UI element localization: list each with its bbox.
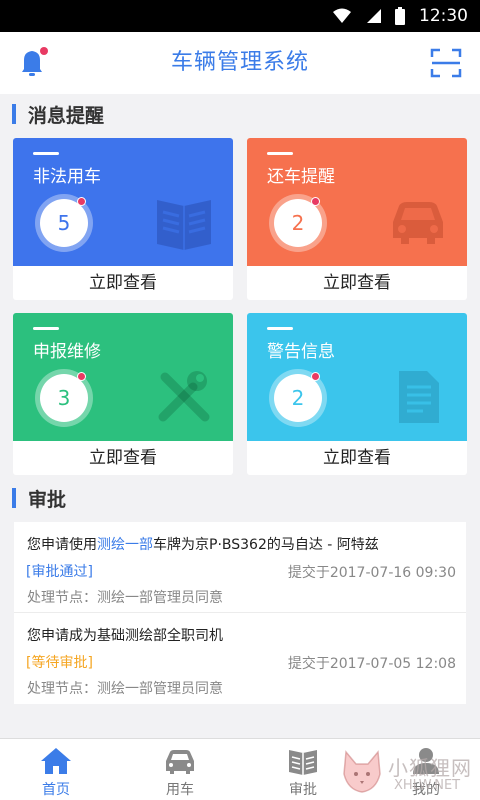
department-link[interactable]: 测绘一部 — [97, 537, 153, 553]
tools-icon — [158, 371, 210, 422]
section-marker — [12, 104, 16, 124]
card-label: 警告信息 — [267, 342, 335, 362]
view-now-button[interactable]: 立即查看 — [13, 441, 233, 475]
desc-text: 您申请成为基础测绘部全职司机 — [27, 628, 223, 644]
card-top: 警告信息 2 — [247, 313, 467, 441]
approval-description: 您申请成为基础测绘部全职司机 — [27, 625, 223, 645]
count-value: 2 — [274, 374, 322, 422]
process-node: 处理节点：测绘一部管理员同意 — [27, 590, 223, 606]
tab-label: 审批 — [289, 782, 317, 798]
card-top: 还车提醒 2 — [247, 138, 467, 266]
watermark: 小狐狸网 XHLW.NET — [340, 748, 480, 798]
clock: 12:30 — [419, 6, 468, 26]
card-label: 还车提醒 — [267, 167, 335, 187]
list-item[interactable]: 您申请成为基础测绘部全职司机 [等待审批] 提交于2017-07-05 12:0… — [14, 613, 466, 704]
car-icon — [166, 750, 194, 774]
scan-icon[interactable] — [430, 47, 462, 79]
unread-dot — [311, 197, 320, 206]
card-dash — [33, 152, 59, 155]
signal-icon — [367, 9, 381, 23]
card-repair-report[interactable]: 申报维修 3 立即查看 — [13, 313, 233, 475]
messages-section-header: 消息提醒 — [0, 96, 480, 132]
battery-icon — [395, 7, 405, 25]
approval-list: 您申请使用测绘一部车牌为京P·BS362的马自达 - 阿特兹 [审批通过] 提交… — [14, 522, 466, 704]
tab-use-car[interactable]: 用车 — [130, 739, 230, 800]
card-warning-info[interactable]: 警告信息 2 立即查看 — [247, 313, 467, 475]
status-badge: [等待审批] — [26, 655, 93, 671]
home-icon — [41, 748, 71, 774]
wifi-icon — [333, 8, 351, 23]
tab-approval[interactable]: 审批 — [253, 739, 353, 800]
approval-section-title: 审批 — [28, 488, 67, 511]
approval-section-header: 审批 — [0, 480, 480, 516]
count-value: 3 — [40, 374, 88, 422]
fox-logo-icon — [343, 750, 381, 793]
tab-label: 首页 — [42, 782, 70, 798]
card-label: 申报维修 — [33, 342, 101, 362]
status-bar: 12:30 — [0, 0, 480, 32]
view-now-button[interactable]: 立即查看 — [13, 266, 233, 300]
watermark-url: XHLW.NET — [394, 778, 461, 793]
app-header: 车辆管理系统 — [0, 32, 480, 94]
car-icon — [393, 202, 443, 244]
page-title: 车辆管理系统 — [170, 50, 309, 75]
process-node: 处理节点：测绘一部管理员同意 — [27, 681, 223, 697]
submitted-time: 提交于2017-07-05 12:08 — [287, 656, 456, 672]
tab-label: 用车 — [166, 782, 194, 798]
count-ring: 2 — [269, 369, 327, 427]
count-ring: 2 — [269, 194, 327, 252]
book-icon — [157, 200, 211, 250]
unread-dot — [77, 197, 86, 206]
card-top: 申报维修 3 — [13, 313, 233, 441]
submitted-time: 提交于2017-07-16 09:30 — [287, 565, 456, 581]
card-label: 非法用车 — [33, 167, 101, 187]
card-dash — [267, 327, 293, 330]
desc-text: 您申请使用 — [27, 537, 97, 553]
card-illegal-use[interactable]: 非法用车 5 立即查看 — [13, 138, 233, 300]
card-dash — [33, 327, 59, 330]
card-return-reminder[interactable]: 还车提醒 2 立即查看 — [247, 138, 467, 300]
tab-home[interactable]: 首页 — [6, 739, 106, 800]
desc-text: 车牌为京P·BS362的马自达 - 阿特兹 — [153, 537, 379, 553]
unread-dot — [77, 372, 86, 381]
count-value: 5 — [40, 199, 88, 247]
status-badge: [审批通过] — [26, 564, 93, 580]
unread-dot — [311, 372, 320, 381]
count-ring: 3 — [35, 369, 93, 427]
messages-section-title: 消息提醒 — [28, 104, 105, 127]
card-top: 非法用车 5 — [13, 138, 233, 266]
card-dash — [267, 152, 293, 155]
view-now-button[interactable]: 立即查看 — [247, 266, 467, 300]
view-now-button[interactable]: 立即查看 — [247, 441, 467, 475]
list-item[interactable]: 您申请使用测绘一部车牌为京P·BS362的马自达 - 阿特兹 [审批通过] 提交… — [14, 522, 466, 613]
count-value: 2 — [274, 199, 322, 247]
approval-description: 您申请使用测绘一部车牌为京P·BS362的马自达 - 阿特兹 — [27, 534, 379, 554]
count-ring: 5 — [35, 194, 93, 252]
watermark-text: 小狐狸网 — [388, 756, 472, 780]
book-icon — [289, 750, 317, 775]
section-marker — [12, 488, 16, 508]
document-icon — [399, 371, 439, 423]
